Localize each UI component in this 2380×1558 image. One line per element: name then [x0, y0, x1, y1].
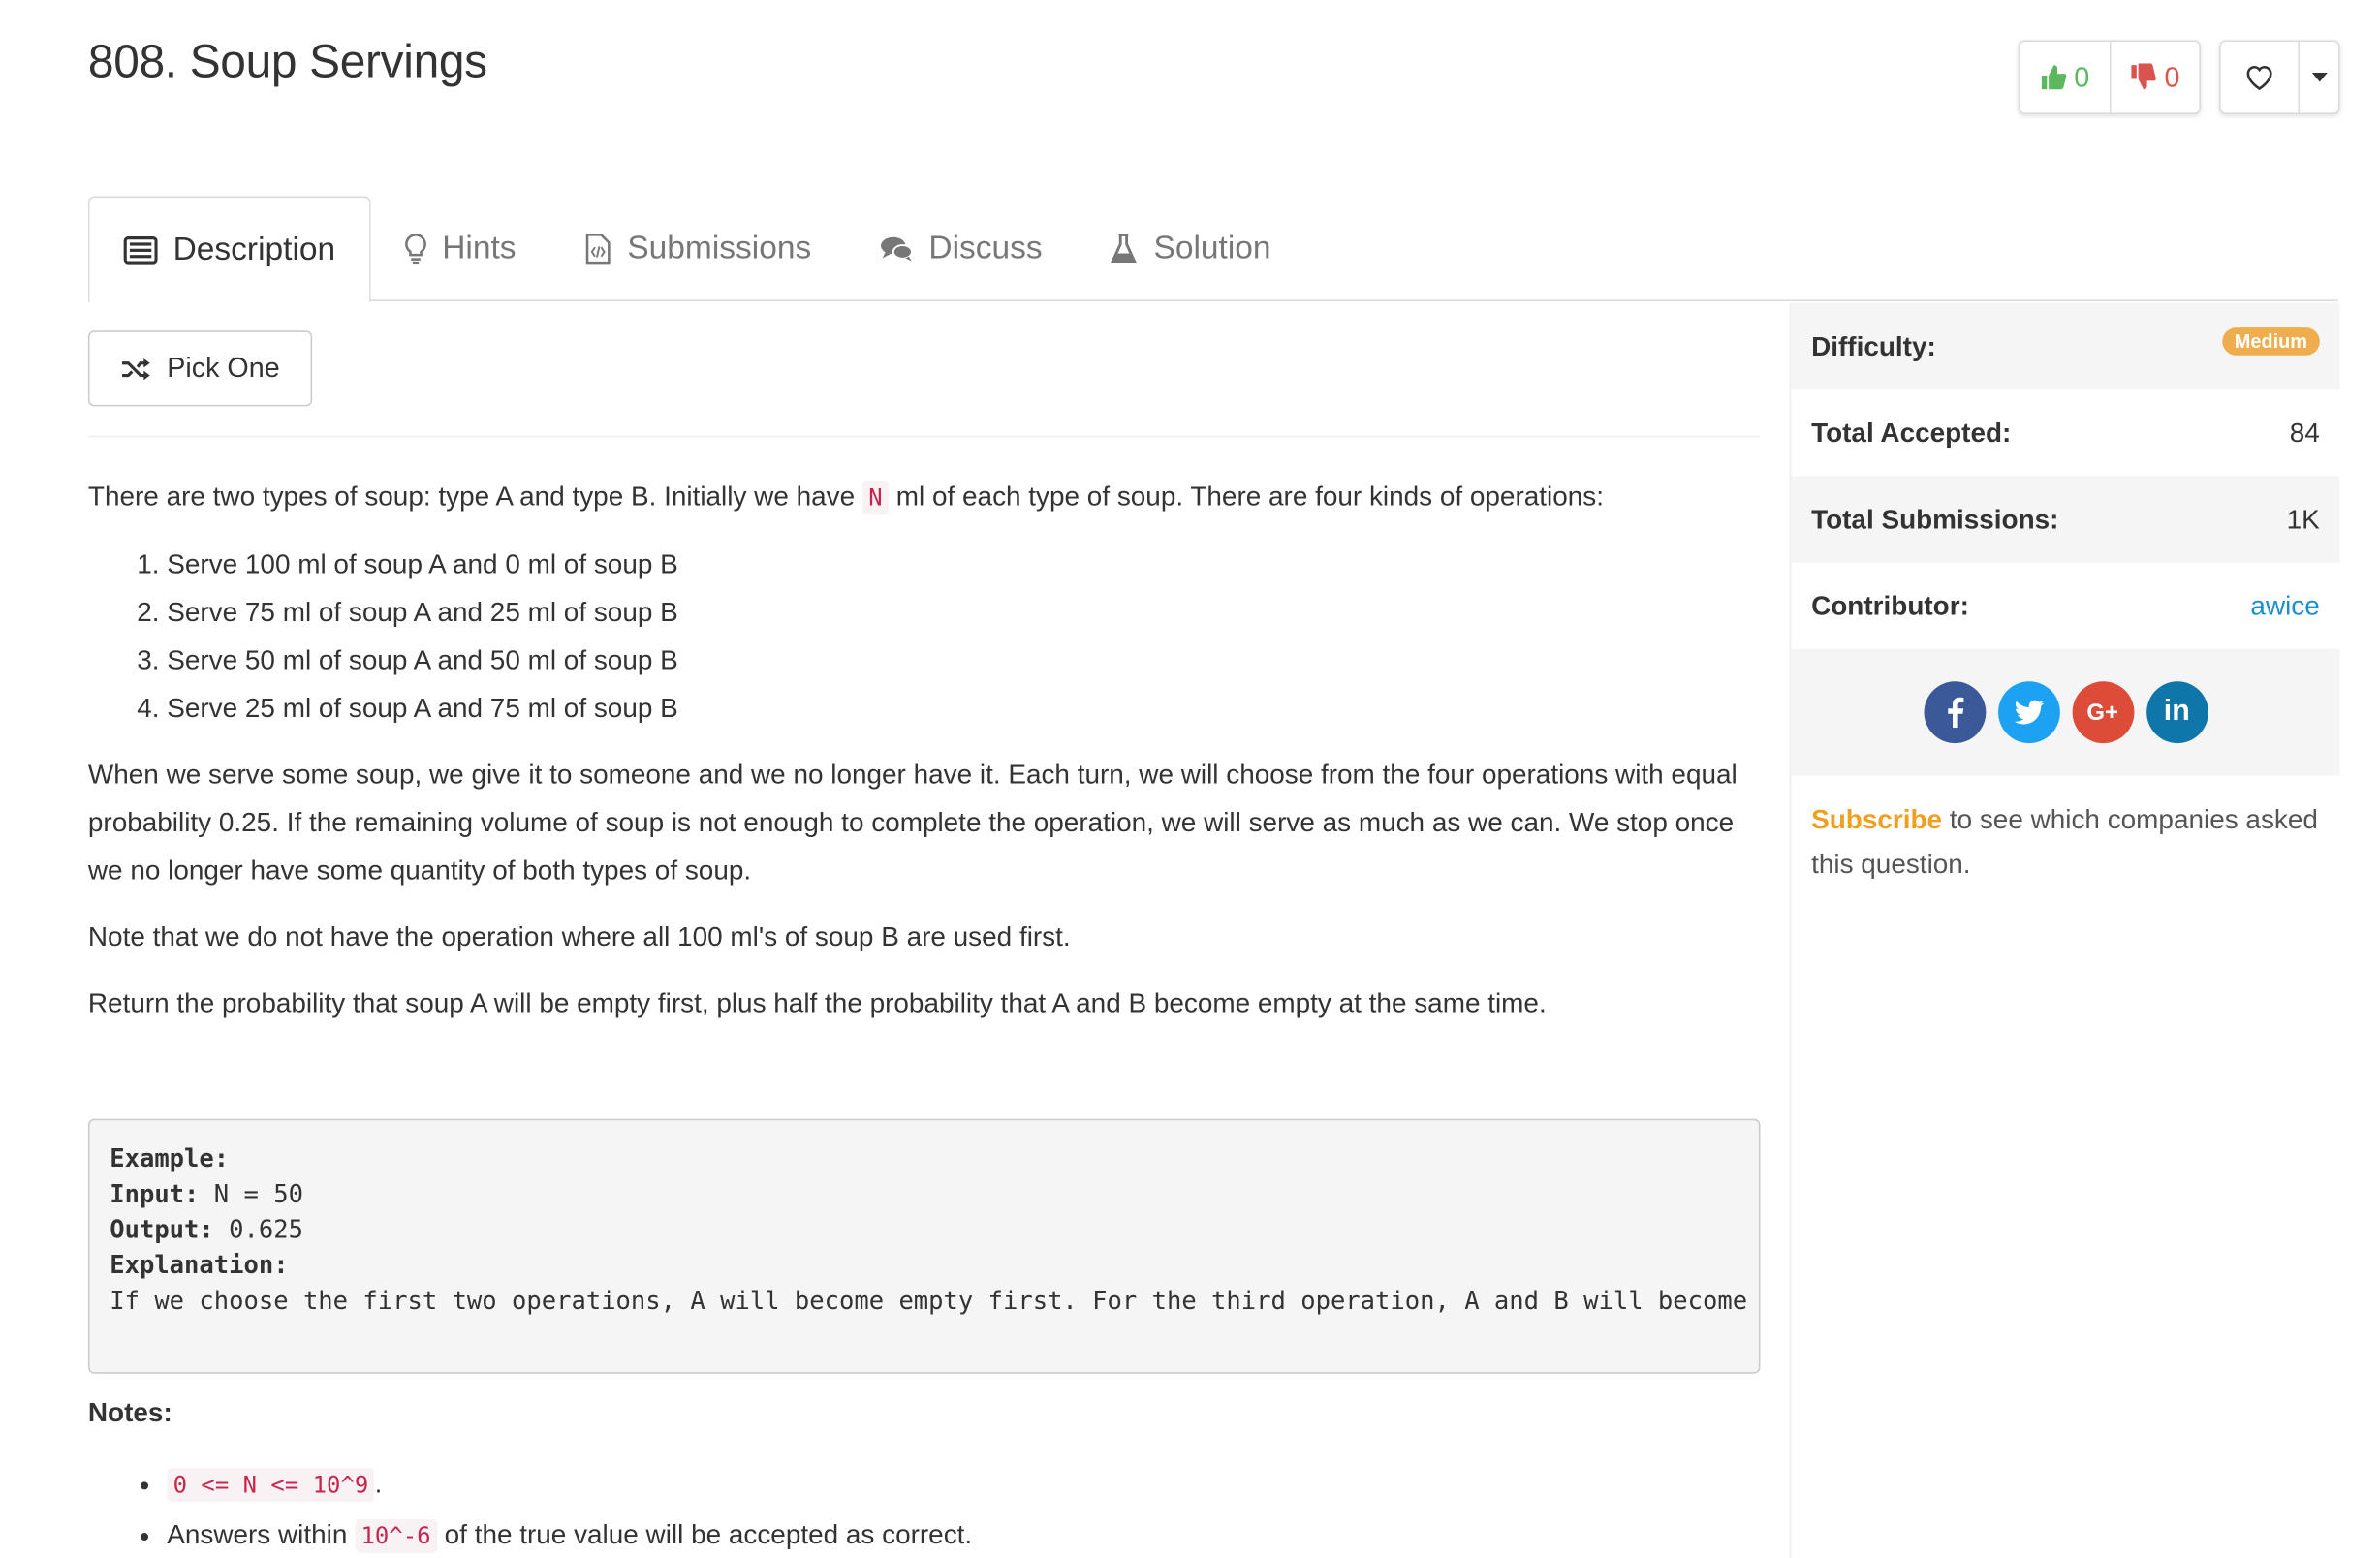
- problem-description: There are two types of soup: type A and …: [88, 473, 1761, 1046]
- notes-list: 0 <= N <= 10^9. Answers within 10^-6 of …: [88, 1458, 1761, 1558]
- pick-one-button[interactable]: Pick One: [87, 330, 313, 407]
- note-text: Answers within: [167, 1518, 356, 1550]
- example-code-block[interactable]: Example: Input: N = 50 Output: 0.625 Exp…: [87, 1118, 1761, 1374]
- favorite-dropdown-button[interactable]: [2298, 42, 2337, 113]
- downvote-button[interactable]: 0: [2109, 42, 2199, 113]
- note-text: of the true value will be accepted as co…: [436, 1518, 973, 1550]
- difficulty-row: Difficulty: Medium: [1791, 302, 2340, 390]
- upvote-button[interactable]: 0: [2020, 42, 2109, 112]
- subscribe-link[interactable]: Subscribe: [1811, 803, 1942, 834]
- pick-one-label: Pick One: [167, 352, 280, 384]
- description-paragraph: Return the probability that soup A will …: [87, 987, 1547, 1018]
- shuffle-icon: [121, 358, 150, 380]
- accepted-label: Total Accepted:: [1811, 416, 2012, 448]
- page-title: 808. Soup Servings: [87, 37, 487, 88]
- difficulty-label: Difficulty:: [1811, 329, 1936, 361]
- list-item: Serve 50 ml of soup A and 50 ml of soup …: [167, 637, 1760, 684]
- tab-solution[interactable]: Solution: [1077, 197, 1305, 301]
- submissions-row: Total Submissions: 1K: [1791, 476, 2340, 563]
- description-paragraph: When we serve some soup, we give it to s…: [87, 759, 1738, 886]
- intro-paragraph: There are two types of soup: type A and …: [88, 473, 1761, 522]
- google-plus-icon: G+: [2086, 699, 2119, 726]
- submissions-value: 1K: [2286, 503, 2320, 535]
- list-item: Serve 75 ml of soup A and 25 ml of soup …: [167, 589, 1760, 637]
- explanation-text: If we choose the first two operations, A…: [110, 1285, 1748, 1316]
- output-label: Output:: [110, 1214, 214, 1244]
- caret-down-icon: [2311, 72, 2327, 82]
- inline-code-n: N: [861, 480, 890, 515]
- tab-hints[interactable]: Hints: [371, 197, 550, 301]
- linkedin-icon: in: [2163, 695, 2190, 729]
- list-item: Answers within 10^-6 of the true value w…: [167, 1510, 1760, 1558]
- favorite-group: [2219, 40, 2340, 115]
- example-heading: Example:: [110, 1143, 230, 1173]
- comments-icon: [880, 236, 913, 262]
- input-label: Input:: [110, 1178, 200, 1209]
- google-plus-share-button[interactable]: G+: [2071, 681, 2134, 744]
- problem-page: 808. Soup Servings 0 0 Description Hints: [0, 0, 2380, 1558]
- divider: [87, 435, 1761, 438]
- note-text: .: [374, 1468, 383, 1499]
- twitter-icon: [2013, 700, 2044, 725]
- lightbulb-icon: [405, 234, 426, 265]
- upvote-count: 0: [2074, 60, 2090, 92]
- problem-tabs: Description Hints Submissions Discuss So…: [87, 196, 2338, 303]
- list-item: Serve 25 ml of soup A and 75 ml of soup …: [167, 684, 1760, 732]
- inline-code-constraint: 0 <= N <= 10^9: [167, 1468, 375, 1503]
- tab-label: Discuss: [928, 230, 1043, 266]
- notes-title: Notes:: [87, 1396, 172, 1428]
- submissions-label: Total Submissions:: [1811, 503, 2059, 535]
- contributor-row: Contributor: awice: [1791, 563, 2339, 649]
- subscribe-note: Subscribe to see which companies asked t…: [1791, 776, 2339, 909]
- contributor-link[interactable]: awice: [2250, 589, 2319, 621]
- thumbs-up-icon: [2041, 65, 2067, 90]
- accepted-row: Total Accepted: 84: [1791, 390, 2339, 476]
- list-item: 0 <= N <= 10^9.: [167, 1458, 1760, 1510]
- tab-discuss[interactable]: Discuss: [845, 197, 1076, 301]
- inline-code-tolerance: 10^-6: [355, 1518, 437, 1553]
- facebook-share-button[interactable]: [1923, 681, 1986, 744]
- flask-icon: [1111, 233, 1138, 263]
- intro-text: There are two types of soup: type A and …: [87, 480, 862, 512]
- difficulty-badge: Medium: [2221, 327, 2320, 356]
- thumbs-down-icon: [2132, 63, 2157, 90]
- twitter-share-button[interactable]: [1997, 681, 2060, 744]
- description-paragraph: Note that we do not have the operation w…: [87, 920, 1071, 952]
- tab-label: Hints: [442, 230, 517, 266]
- linkedin-share-button[interactable]: in: [2145, 681, 2208, 744]
- contributor-label: Contributor:: [1811, 589, 1969, 621]
- list-icon: [123, 235, 158, 264]
- tab-label: Description: [172, 231, 336, 267]
- facebook-icon: [1947, 697, 1963, 729]
- code-file-icon: [585, 234, 611, 265]
- intro-text-after: ml of each type of soup. There are four …: [889, 480, 1604, 512]
- favorite-button[interactable]: [2221, 42, 2299, 112]
- tab-label: Submissions: [627, 230, 812, 266]
- operations-list: Serve 100 ml of soup A and 0 ml of soup …: [88, 541, 1761, 732]
- list-item: Serve 100 ml of soup A and 0 ml of soup …: [167, 541, 1760, 588]
- problem-sidebar: Difficulty: Medium Total Accepted: 84 To…: [1789, 302, 2340, 1558]
- tab-label: Solution: [1153, 230, 1271, 266]
- tab-submissions[interactable]: Submissions: [550, 197, 846, 301]
- accepted-value: 84: [2289, 416, 2320, 448]
- tab-description[interactable]: Description: [87, 196, 371, 303]
- vote-group: 0 0: [2018, 40, 2201, 115]
- downvote-count: 0: [2164, 60, 2180, 92]
- social-share: G+ in: [1791, 648, 2340, 776]
- output-value: 0.625: [213, 1214, 303, 1244]
- explanation-label: Explanation:: [110, 1250, 289, 1280]
- heart-icon: [2246, 66, 2272, 91]
- input-value: N = 50: [199, 1178, 303, 1209]
